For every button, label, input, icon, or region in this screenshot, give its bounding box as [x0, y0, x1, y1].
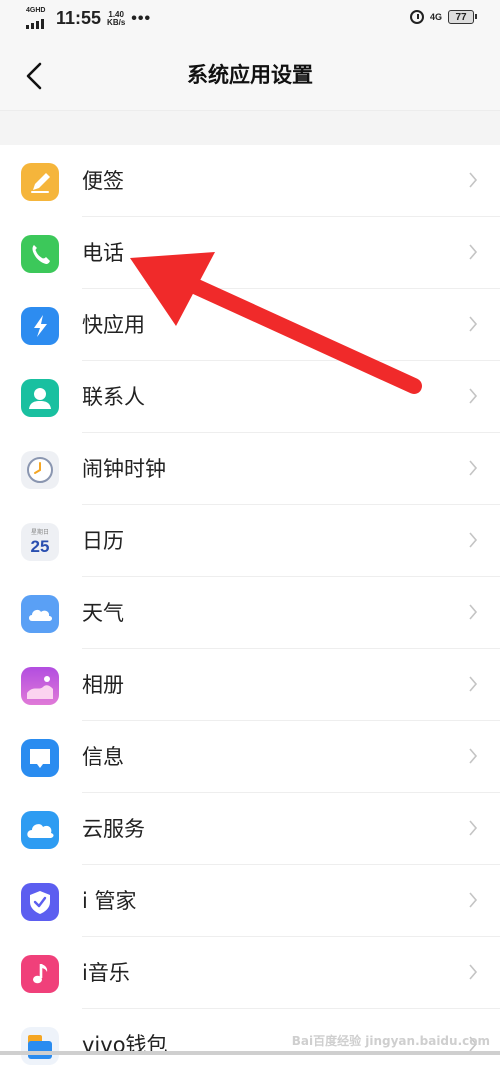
chevron-right-icon	[469, 244, 478, 260]
quick-app-bolt-icon	[21, 307, 59, 345]
gallery-icon	[21, 667, 59, 705]
list-item-label: 联系人	[82, 385, 145, 409]
list-item-label: 闹钟时钟	[82, 457, 166, 481]
list-item-gallery[interactable]: 相册	[0, 649, 500, 721]
list-item-contacts[interactable]: 联系人	[0, 361, 500, 433]
list-item-calendar[interactable]: 星期日 25 日历	[0, 505, 500, 577]
list-item-label: i 管家	[82, 889, 137, 913]
more-notifications-icon: •••	[131, 9, 152, 27]
list-item-i-music[interactable]: i音乐	[0, 937, 500, 1009]
chevron-right-icon	[469, 964, 478, 980]
list-item-notes[interactable]: 便签	[0, 145, 500, 217]
list-item-phone[interactable]: 电话	[0, 217, 500, 289]
app-settings-list: 便签 电话 快应用 联系人 闹钟时钟 星期日 25 日历 天气 相册 信息 云服…	[0, 145, 500, 1081]
network-speed: 1.40 KB/s	[107, 9, 126, 27]
contacts-person-icon	[21, 379, 59, 417]
calendar-weekday: 星期日	[30, 528, 49, 536]
list-item-label: 日历	[82, 529, 124, 553]
clock-icon	[21, 451, 59, 489]
list-item-clock[interactable]: 闹钟时钟	[0, 433, 500, 505]
chevron-right-icon	[469, 316, 478, 332]
alarm-icon	[409, 10, 424, 24]
page-title: 系统应用设置	[187, 63, 313, 87]
list-item-label: 电话	[82, 241, 124, 265]
chevron-right-icon	[469, 820, 478, 836]
note-pencil-icon	[21, 163, 59, 201]
list-item-messages[interactable]: 信息	[0, 721, 500, 793]
list-item-cloud-service[interactable]: 云服务	[0, 793, 500, 865]
phone-icon	[21, 235, 59, 273]
cloud-service-icon	[21, 811, 59, 849]
chevron-right-icon	[469, 460, 478, 476]
chevron-right-icon	[469, 748, 478, 764]
chevron-right-icon	[469, 388, 478, 404]
battery-level: 77	[455, 11, 467, 23]
network-type: 4GHD	[26, 6, 46, 14]
calendar-icon: 星期日 25	[21, 523, 59, 561]
list-item-label: 快应用	[82, 313, 145, 337]
list-item-label: i音乐	[82, 961, 130, 985]
status-time: 11:55	[56, 8, 102, 28]
music-note-icon	[21, 955, 59, 993]
battery-icon: 77	[448, 10, 477, 24]
list-item-i-manager[interactable]: i 管家	[0, 865, 500, 937]
list-item-label: 便签	[82, 169, 124, 193]
signal-icon: 4GHD	[26, 6, 50, 29]
network-4g-label: 4G	[429, 12, 442, 22]
wallet-icon	[21, 1027, 59, 1065]
list-item-label: 信息	[82, 745, 124, 769]
messages-icon	[21, 739, 59, 777]
chevron-right-icon	[469, 604, 478, 620]
chevron-right-icon	[469, 676, 478, 692]
list-item-label: vivo钱包	[82, 1033, 168, 1057]
chevron-right-icon	[469, 892, 478, 908]
status-bar: 4GHD 11:55 1.40 KB/s ••• 4G 77	[0, 0, 500, 40]
list-item-label: 天气	[82, 601, 124, 625]
list-item-label: 相册	[82, 673, 124, 697]
list-item-quick-app[interactable]: 快应用	[0, 289, 500, 361]
chevron-right-icon	[469, 532, 478, 548]
list-item-label: 云服务	[82, 817, 145, 841]
chevron-right-icon	[469, 172, 478, 188]
calendar-day: 25	[30, 536, 50, 556]
watermark: Bai百度经验 jingyan.baidu.com	[291, 1034, 490, 1048]
gesture-bar	[0, 1051, 500, 1055]
list-item-weather[interactable]: 天气	[0, 577, 500, 649]
i-manager-shield-icon	[21, 883, 59, 921]
header-bar: 系统应用设置	[0, 40, 500, 111]
weather-cloud-icon	[21, 595, 59, 633]
